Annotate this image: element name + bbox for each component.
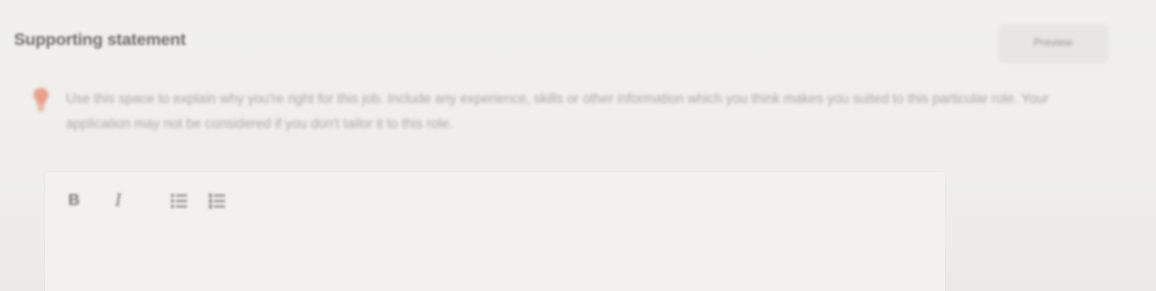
numbered-list-icon[interactable]: [207, 190, 227, 212]
supporting-statement-editor[interactable]: B I: [45, 172, 945, 291]
preview-button[interactable]: Preview: [998, 24, 1108, 62]
editor-toolbar: B I: [65, 190, 245, 212]
bulleted-list-icon[interactable]: [169, 190, 189, 212]
section-title: Supporting statement: [14, 30, 186, 49]
lightbulb-icon: [32, 86, 50, 116]
bold-icon[interactable]: B: [65, 190, 83, 212]
hint-message: Use this space to explain why you're rig…: [32, 86, 1102, 136]
supporting-statement-section: Supporting statement Preview Use this sp…: [0, 0, 1156, 291]
hint-text: Use this space to explain why you're rig…: [66, 91, 1049, 131]
italic-icon[interactable]: I: [109, 190, 127, 212]
